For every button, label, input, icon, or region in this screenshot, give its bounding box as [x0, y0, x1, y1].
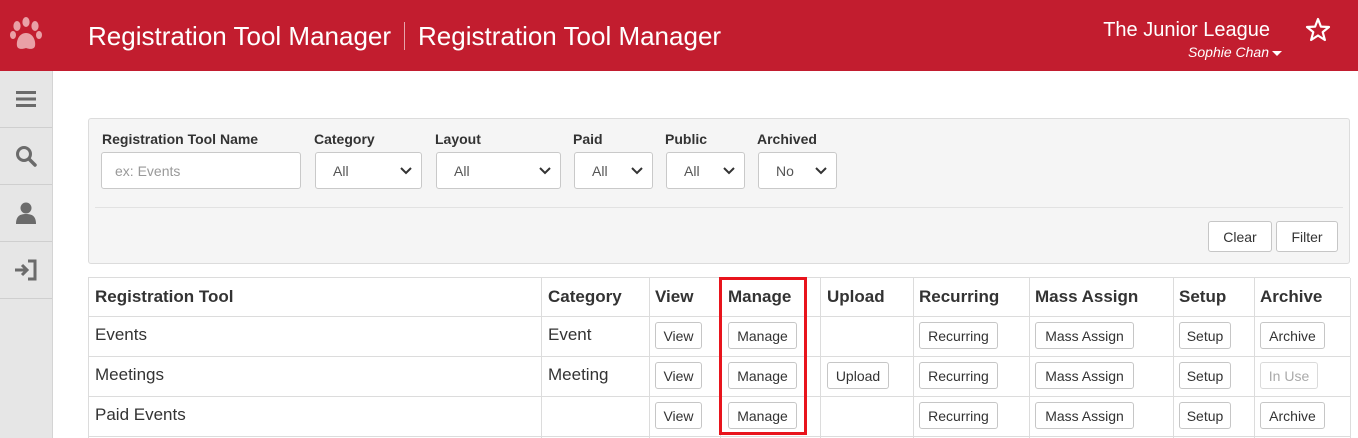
chevron-down-icon: [400, 167, 412, 175]
chevron-down-icon: [815, 167, 827, 175]
in-use-button: In Use: [1260, 362, 1318, 389]
archived-filter-select[interactable]: No: [758, 152, 837, 189]
filter-panel: Registration Tool Name ex: Events Catego…: [88, 118, 1350, 264]
column-divider: [913, 278, 914, 438]
upload-button[interactable]: Upload: [827, 362, 889, 389]
header-archive: Archive: [1260, 287, 1323, 306]
category-filter-value: All: [333, 162, 349, 179]
archive-button[interactable]: Archive: [1260, 402, 1325, 429]
view-button[interactable]: View: [655, 322, 702, 349]
row-name: Events: [95, 325, 147, 344]
manage-button[interactable]: Manage: [728, 402, 797, 429]
sidebar-login-button[interactable]: [0, 242, 52, 299]
manage-button[interactable]: Manage: [728, 322, 797, 349]
column-divider: [541, 278, 542, 438]
row-divider: [89, 396, 1350, 397]
title-divider: [404, 22, 406, 50]
star-icon[interactable]: [1305, 17, 1331, 43]
mass-assign-button[interactable]: Mass Assign: [1035, 402, 1134, 429]
row-divider: [89, 436, 1350, 437]
column-divider: [1029, 278, 1030, 438]
user-menu[interactable]: Sophie Chan: [1188, 43, 1282, 61]
menu-icon: [16, 91, 36, 107]
layout-filter-label: Layout: [435, 131, 481, 147]
row-divider: [89, 356, 1350, 357]
page-title-primary: Registration Tool Manager: [88, 21, 392, 51]
name-filter-input[interactable]: ex: Events: [101, 152, 301, 189]
public-filter-select[interactable]: All: [666, 152, 745, 189]
sidebar-search-button[interactable]: [0, 128, 52, 185]
setup-button[interactable]: Setup: [1179, 322, 1231, 349]
public-filter-label: Public: [665, 131, 708, 147]
row-name: Meetings: [95, 365, 164, 384]
paid-filter-value: All: [592, 162, 608, 179]
filter-divider: [95, 207, 1343, 208]
mass-assign-button[interactable]: Mass Assign: [1035, 362, 1134, 389]
layout-filter-select[interactable]: All: [436, 152, 561, 189]
header-mass-assign: Mass Assign: [1035, 287, 1139, 306]
header-category[interactable]: Category: [548, 287, 622, 307]
sidebar-menu-button[interactable]: [0, 71, 52, 128]
view-button[interactable]: View: [655, 362, 702, 389]
clear-button[interactable]: Clear: [1208, 221, 1272, 252]
manage-button[interactable]: Manage: [728, 362, 797, 389]
header-view: View: [655, 287, 694, 306]
column-divider: [1350, 278, 1351, 438]
setup-button[interactable]: Setup: [1179, 402, 1231, 429]
recurring-button[interactable]: Recurring: [919, 322, 998, 349]
sidebar-profile-button[interactable]: [0, 185, 52, 242]
sidebar: [0, 71, 53, 438]
user-name: Sophie Chan: [1188, 44, 1269, 60]
row-name: Paid Events: [95, 405, 186, 424]
layout-filter-value: All: [454, 162, 470, 179]
chevron-down-icon: [631, 167, 643, 175]
header-registration-tool[interactable]: Registration Tool: [95, 287, 234, 307]
setup-button[interactable]: Setup: [1179, 362, 1231, 389]
column-divider: [720, 278, 721, 438]
archive-button[interactable]: Archive: [1260, 322, 1325, 349]
sign-in-icon: [15, 259, 37, 281]
organization-name: The Junior League: [1103, 19, 1270, 41]
chevron-down-icon: [539, 167, 551, 175]
name-filter-label: Registration Tool Name: [102, 131, 259, 147]
filter-button[interactable]: Filter: [1276, 221, 1338, 252]
public-filter-value: All: [684, 162, 700, 179]
row-divider: [89, 316, 1350, 317]
page-title: Registration Tool Manager Registration T…: [88, 21, 721, 51]
search-icon: [16, 146, 37, 167]
paid-filter-select[interactable]: All: [574, 152, 653, 189]
caret-down-icon: [1272, 50, 1282, 56]
recurring-button[interactable]: Recurring: [919, 362, 998, 389]
archived-filter-value: No: [776, 162, 794, 179]
header-recurring: Recurring: [919, 287, 1000, 306]
app-header: Registration Tool Manager Registration T…: [0, 0, 1358, 71]
archived-filter-label: Archived: [757, 131, 817, 147]
row-category: Meeting: [548, 365, 609, 384]
header-setup: Setup: [1179, 287, 1227, 306]
user-icon: [16, 202, 36, 224]
paw-logo-icon[interactable]: [9, 15, 43, 55]
page-title-secondary: Registration Tool Manager: [418, 21, 722, 51]
header-upload: Upload: [827, 287, 885, 306]
row-category: Event: [548, 325, 592, 344]
chevron-down-icon: [723, 167, 735, 175]
mass-assign-button[interactable]: Mass Assign: [1035, 322, 1134, 349]
paid-filter-label: Paid: [573, 131, 603, 147]
column-divider: [649, 278, 650, 438]
column-divider: [1254, 278, 1255, 438]
header-manage: Manage: [728, 287, 792, 306]
registration-tools-table: Registration Tool Category View Manage U…: [88, 277, 1351, 438]
column-divider: [1173, 278, 1174, 438]
column-divider: [820, 278, 821, 438]
category-filter-label: Category: [314, 131, 375, 147]
category-filter-select[interactable]: All: [315, 152, 422, 189]
view-button[interactable]: View: [655, 402, 702, 429]
recurring-button[interactable]: Recurring: [919, 402, 998, 429]
